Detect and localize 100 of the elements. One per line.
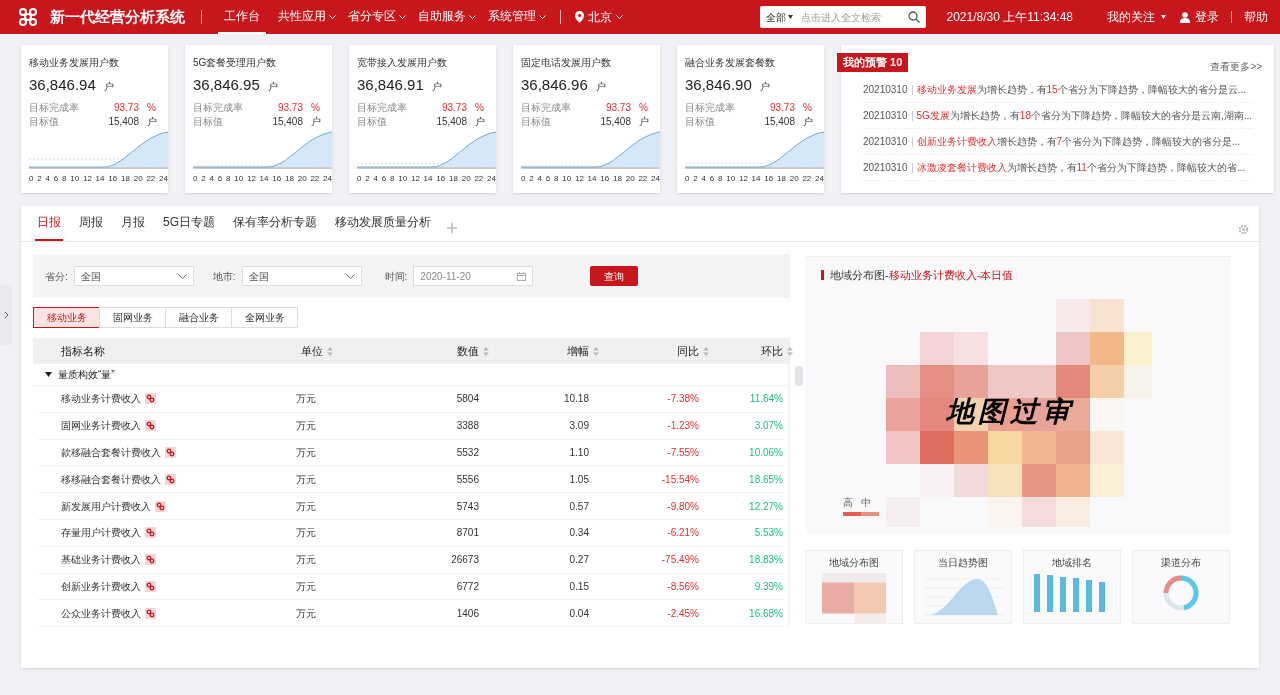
table-cell-text: 5532 — [455, 446, 480, 460]
column-header: 指标名称 — [60, 343, 106, 359]
link-icon[interactable] — [165, 447, 176, 458]
business-tab[interactable]: 融合业务 — [165, 307, 232, 328]
link-icon[interactable] — [145, 580, 156, 592]
target-value: 15,408 — [271, 114, 303, 129]
search-box[interactable]: 全部 点击进入全文检索 — [760, 6, 927, 28]
business-tab[interactable]: 全网业务 — [231, 307, 298, 328]
report-tab[interactable]: 周报 — [77, 206, 105, 241]
link-icon[interactable] — [145, 554, 156, 566]
map-overlay-text: 地图过审 — [946, 395, 1074, 429]
report-tab[interactable]: 移动发展质量分析 — [333, 206, 433, 241]
target-label: 目标值 — [29, 114, 60, 129]
column-header[interactable]: 环比 — [761, 342, 783, 360]
table-cell-text: -7.55% — [666, 446, 700, 460]
alert-date: 20210310 — [863, 83, 908, 97]
unit-label: 户 — [431, 80, 442, 94]
chart-thumbnail-card[interactable]: 渠道分布 — [1132, 550, 1230, 624]
table-cell-text: 9.39% — [753, 579, 783, 594]
thumbnail-title: 地域排名 — [1052, 556, 1092, 570]
sidebar-toggle[interactable] — [0, 285, 12, 345]
view-more-link[interactable]: 查看更多>> — [1210, 59, 1263, 74]
alert-message[interactable]: 创新业务计费收入增长趋势，有7个省分为下降趋势，降幅较大的省分是... — [916, 134, 1241, 149]
chart-thumbnail-card[interactable]: 当日趋势图 — [914, 550, 1012, 624]
rate-unit: % — [310, 100, 321, 115]
collapse-handle[interactable] — [795, 366, 803, 386]
alert-message[interactable]: 5G发展为增长趋势，有18个省分为下降趋势，降幅较大的省分是云南,湖南... — [916, 108, 1253, 123]
report-tab[interactable]: 月报 — [119, 206, 147, 241]
target-unit: 户 — [474, 114, 486, 129]
link-icon[interactable] — [145, 607, 156, 619]
app-title: 新一代经营分析系统 — [50, 6, 185, 27]
table-cell-text: 固网业务计费收入 — [61, 419, 141, 434]
city-label: 地市: — [212, 269, 236, 284]
target-unit: 户 — [310, 114, 322, 129]
chevron-down-icon[interactable] — [399, 15, 406, 19]
axis-tick-labels: 0 2 4 6 8 10 12 14 16 18 20 22 24 — [357, 172, 496, 185]
column-header[interactable]: 单位 — [301, 342, 323, 360]
help-link[interactable]: 帮助 — [1244, 8, 1268, 26]
location-selector[interactable]: 北京 — [575, 8, 623, 26]
table-cell-text: 万元 — [295, 553, 317, 568]
link-icon[interactable] — [145, 393, 156, 405]
column-header[interactable]: 数值 — [457, 342, 479, 360]
kpi-value: 36,846.91 — [357, 75, 424, 95]
target-value: 15,408 — [435, 114, 467, 129]
report-tab[interactable]: 保有率分析专题 — [231, 206, 319, 241]
link-icon[interactable] — [145, 527, 156, 539]
location-pin-icon — [575, 11, 584, 23]
report-tab[interactable]: 5G日专题 — [161, 206, 217, 241]
nav-tab[interactable]: 省分专区 — [348, 0, 396, 34]
table-cell-text: 公众业务计费收入 — [61, 606, 141, 621]
table-cell-text: 存量用户计费收入 — [61, 526, 141, 541]
chevron-down-icon[interactable] — [539, 15, 546, 19]
unit-label: 户 — [595, 80, 606, 94]
link-icon[interactable] — [165, 473, 176, 485]
rate-unit: % — [638, 100, 649, 115]
thumbnail-title: 地域分布图 — [829, 556, 879, 570]
chart-thumbnail-card[interactable]: 地域分布图 — [805, 550, 903, 624]
report-tab[interactable]: 日报 — [35, 206, 63, 241]
alert-message[interactable]: 冰激凌套餐计费收入为增长趋势，有11个省分为下降趋势，降幅较大的省... — [916, 160, 1246, 175]
table-cell-text: 基础业务计费收入 — [61, 553, 141, 568]
alert-message[interactable]: 移动业务发展为增长趋势，有15个省分为下降趋势，降幅较大的省分是云... — [916, 82, 1246, 97]
city-dropdown[interactable]: 全国 — [241, 266, 362, 286]
target-unit: 户 — [638, 114, 650, 129]
column-header[interactable]: 增幅 — [567, 342, 589, 360]
table-cell-text: 6772 — [455, 579, 480, 594]
chart-thumbnail-card[interactable]: 地域排名 — [1023, 550, 1121, 624]
search-field[interactable]: 点击进入全文检索 — [801, 9, 909, 25]
title-marker — [821, 270, 824, 281]
link-icon[interactable] — [145, 420, 156, 432]
login-link[interactable]: 登录 — [1195, 8, 1219, 26]
nav-tab[interactable]: 共性应用 — [278, 0, 326, 34]
province-dropdown[interactable]: 全国 — [73, 266, 194, 286]
logo-icon — [16, 7, 40, 27]
business-tab[interactable]: 固网业务 — [99, 307, 166, 328]
search-icon[interactable] — [908, 11, 921, 23]
table-cell-text: 万元 — [295, 499, 317, 514]
business-tab[interactable]: 移动业务 — [33, 307, 100, 328]
alert-date: 20210310 — [863, 135, 908, 149]
province-label: 省分: — [45, 269, 68, 284]
axis-tick-labels: 0 2 4 6 8 10 12 14 16 18 20 22 24 — [521, 172, 660, 185]
date-field[interactable]: 2020-11-20 — [413, 266, 534, 286]
chevron-down-icon[interactable] — [329, 15, 336, 19]
nav-tab[interactable]: 工作台 — [218, 0, 266, 34]
chevron-down-icon[interactable] — [469, 15, 476, 19]
table-cell-text: -7.38% — [666, 392, 700, 407]
link-icon[interactable] — [155, 500, 166, 512]
unit-label: 户 — [759, 80, 770, 94]
rate-value: 93.73 — [276, 100, 303, 115]
nav-tab[interactable]: 自助服务 — [418, 0, 466, 34]
table-cell-text: -1.23% — [666, 419, 700, 434]
thumbnail-title: 当日趋势图 — [938, 556, 988, 570]
my-follow-dropdown[interactable]: 我的关注 — [1107, 8, 1155, 26]
caret-down-icon[interactable] — [45, 372, 52, 377]
table-cell-text: 款移融合套餐计费收入 — [61, 446, 161, 460]
search-scope-dropdown[interactable]: 全部 — [766, 9, 787, 25]
query-button[interactable]: 查询 — [590, 266, 639, 286]
target-unit: 户 — [802, 114, 814, 129]
column-header[interactable]: 同比 — [677, 342, 699, 360]
legend-label: 中 — [861, 496, 871, 510]
nav-tab[interactable]: 系统管理 — [488, 0, 536, 34]
